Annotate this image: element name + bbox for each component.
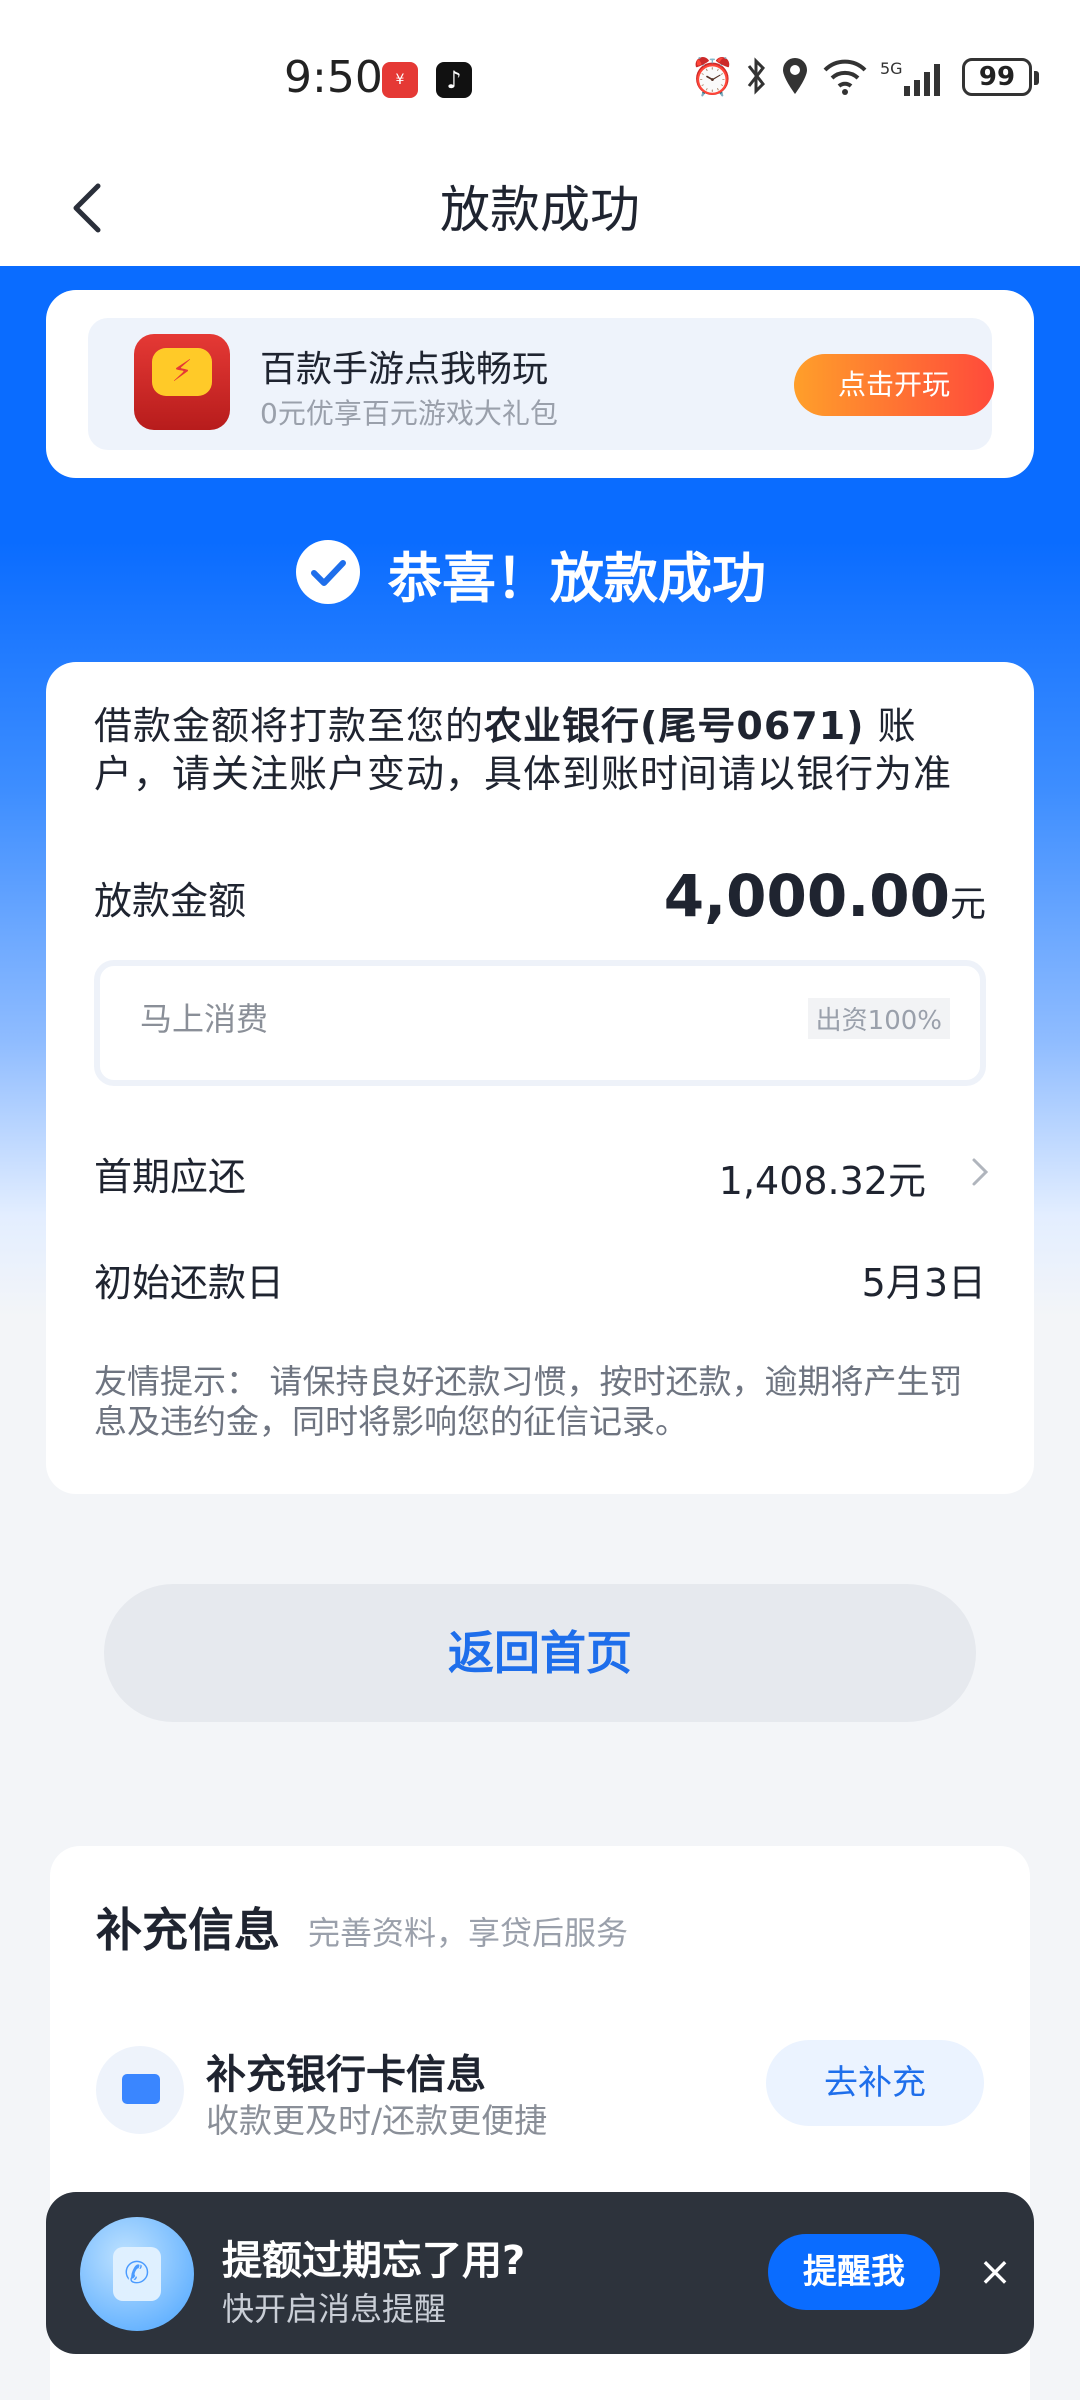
start-date-value: 5月3日 [861,1261,986,1305]
start-date-label: 初始还款日 [94,1261,285,1305]
location-icon [778,56,812,100]
supplement-title: 补充信息 [96,1903,280,1957]
bank-card-item-title: 补充银行卡信息 [206,2052,486,2098]
loan-details-card: 借款金额将打款至您的农业银行(尾号0671) 账户，请关注账户变动，具体到账时间… [46,662,1034,1494]
reminder-subtitle: 快开启消息提醒 [222,2290,447,2328]
remind-me-button[interactable]: 提醒我 [768,2234,940,2310]
bank-card-item-subtitle: 收款更及时/还款更便捷 [206,2101,548,2140]
status-bar: 9:50 ¥ ♪ ⏰ 5G 99 [0,0,1080,150]
amount-label: 放款金额 [94,879,247,923]
signal-5g-icon: 5G [878,56,948,100]
lender-share-badge: 出资100% [807,998,950,1039]
check-circle-icon [296,540,360,604]
first-payment-value[interactable]: 1,408.32元 [719,1150,926,1205]
disbursement-notice: 借款金额将打款至您的农业银行(尾号0671) 账户，请关注账户变动，具体到账时间… [94,702,994,798]
nav-header: 放款成功 [0,150,1080,266]
ad-title: 百款手游点我畅玩 [260,349,549,390]
success-banner: 恭喜！放款成功 [0,528,1080,612]
loan-amount-value: 4,000.00 [663,862,950,930]
reminder-banner: ✆ 提额过期忘了用? 快开启消息提醒 提醒我 × [46,2192,1034,2354]
tiktok-icon: ♪ [436,62,472,98]
lender-name: 马上消费 [140,1000,269,1038]
bluetooth-icon [742,56,772,100]
payment-app-icon: ¥ [382,62,418,98]
loan-amount-unit: 元 [949,884,986,925]
success-message: 恭喜！放款成功 [388,547,766,610]
wifi-icon [820,56,870,100]
reminder-title: 提额过期忘了用? [222,2238,526,2284]
friendly-tip: 友情提示： 请保持良好还款习惯，按时还款，逾期将产生罚息及违约金，同时将影响您的… [94,1362,963,1441]
lender-box: 马上消费 出资100% [94,960,986,1086]
game-gift-icon: ⚡ [134,334,230,430]
bank-account: 农业银行(尾号0671) [484,704,865,748]
loan-amount: 4,000.00元 [664,862,986,930]
game-ad-card[interactable]: ⚡ 百款手游点我畅玩 0元优享百元游戏大礼包 点击开玩 [46,290,1034,478]
close-icon[interactable]: × [970,2244,1020,2300]
alarm-icon: ⏰ [690,57,735,98]
chevron-right-icon[interactable] [964,1152,994,1192]
supplement-subtitle: 完善资料，享贷后服务 [308,1914,629,1952]
notice-prefix: 借款金额将打款至您的 [94,704,485,748]
svg-text:5G: 5G [880,59,903,78]
first-payment-label: 首期应还 [94,1155,247,1199]
battery-indicator: 99 [962,58,1039,96]
complete-info-button[interactable]: 去补充 [766,2040,984,2126]
page-title: 放款成功 [440,181,640,239]
play-now-button[interactable]: 点击开玩 [794,354,994,416]
status-time: 9:50 [284,52,383,103]
return-home-button[interactable]: 返回首页 [104,1584,976,1722]
briefcase-icon [96,2046,184,2134]
phone-icon: ✆ [80,2217,194,2331]
ad-subtitle: 0元优享百元游戏大礼包 [260,397,558,430]
game-ad-banner[interactable]: ⚡ 百款手游点我畅玩 0元优享百元游戏大礼包 点击开玩 [88,318,994,450]
